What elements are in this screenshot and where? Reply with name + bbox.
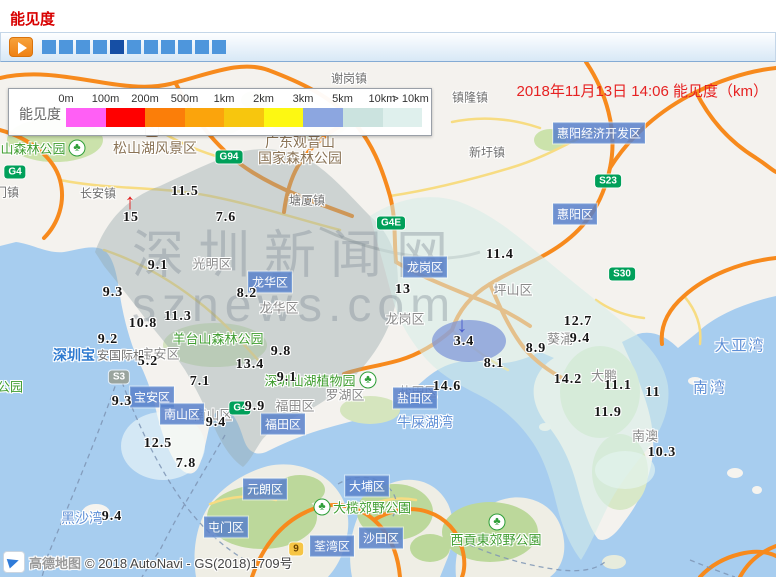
legend-tick: > 10km [392,93,428,105]
basemap [0,62,776,577]
legend-tick: 100m [92,93,120,105]
frame-button-7[interactable] [144,40,158,54]
frame-button-10[interactable] [195,40,209,54]
page-title: 能见度 [10,8,55,29]
visibility-app: 能见度 [0,0,776,577]
legend-tick: 0m [58,93,73,105]
legend-tick: 5km [332,93,353,105]
legend-tick: 3km [293,93,314,105]
map-canvas[interactable]: 深圳新闻网 sznews.com 谢岗镇镇隆镇新圩镇长安镇门镇塘厦镇光明区龙华区… [0,62,776,577]
legend-swatch-0 [66,108,106,127]
frame-button-9[interactable] [178,40,192,54]
frame-selector [42,40,226,54]
frame-button-1[interactable] [42,40,56,54]
legend-swatch-3 [185,108,225,127]
frame-button-4[interactable] [93,40,107,54]
legend-swatch-8 [383,108,423,127]
visibility-legend: 能见度 0m100m200m500m1km2km3km5km10km> 10km [8,88,432,136]
legend-tick-row: 0m100m200m500m1km2km3km5km10km> 10km [66,93,422,106]
legend-swatch-5 [264,108,304,127]
frame-timestamp: 2018年11月13日 14:06 能见度（km） [517,80,769,101]
amap-logo-icon [3,551,25,573]
amap-brand: 高德地图 [29,553,81,572]
legend-swatch-2 [145,108,185,127]
legend-swatch-6 [303,108,343,127]
play-button[interactable] [9,37,33,57]
play-icon [18,42,27,54]
playback-toolbar [0,32,776,62]
legend-color-bar [66,108,422,127]
legend-title: 能见度 [19,104,61,124]
copyright-notice: © 2018 AutoNavi - GS(2018)1709号 [85,553,293,572]
legend-tick: 2km [253,93,274,105]
legend-tick: 200m [131,93,159,105]
map-attribution: 高德地图 © 2018 AutoNavi - GS(2018)1709号 [3,551,293,573]
frame-button-11[interactable] [212,40,226,54]
legend-tick: 500m [171,93,199,105]
legend-swatch-1 [106,108,146,127]
frame-button-2[interactable] [59,40,73,54]
legend-tick: 1km [214,93,235,105]
legend-swatch-4 [224,108,264,127]
frame-button-5[interactable] [110,40,124,54]
page-header: 能见度 [0,0,776,32]
frame-button-8[interactable] [161,40,175,54]
legend-swatch-7 [343,108,383,127]
frame-button-6[interactable] [127,40,141,54]
frame-button-3[interactable] [76,40,90,54]
